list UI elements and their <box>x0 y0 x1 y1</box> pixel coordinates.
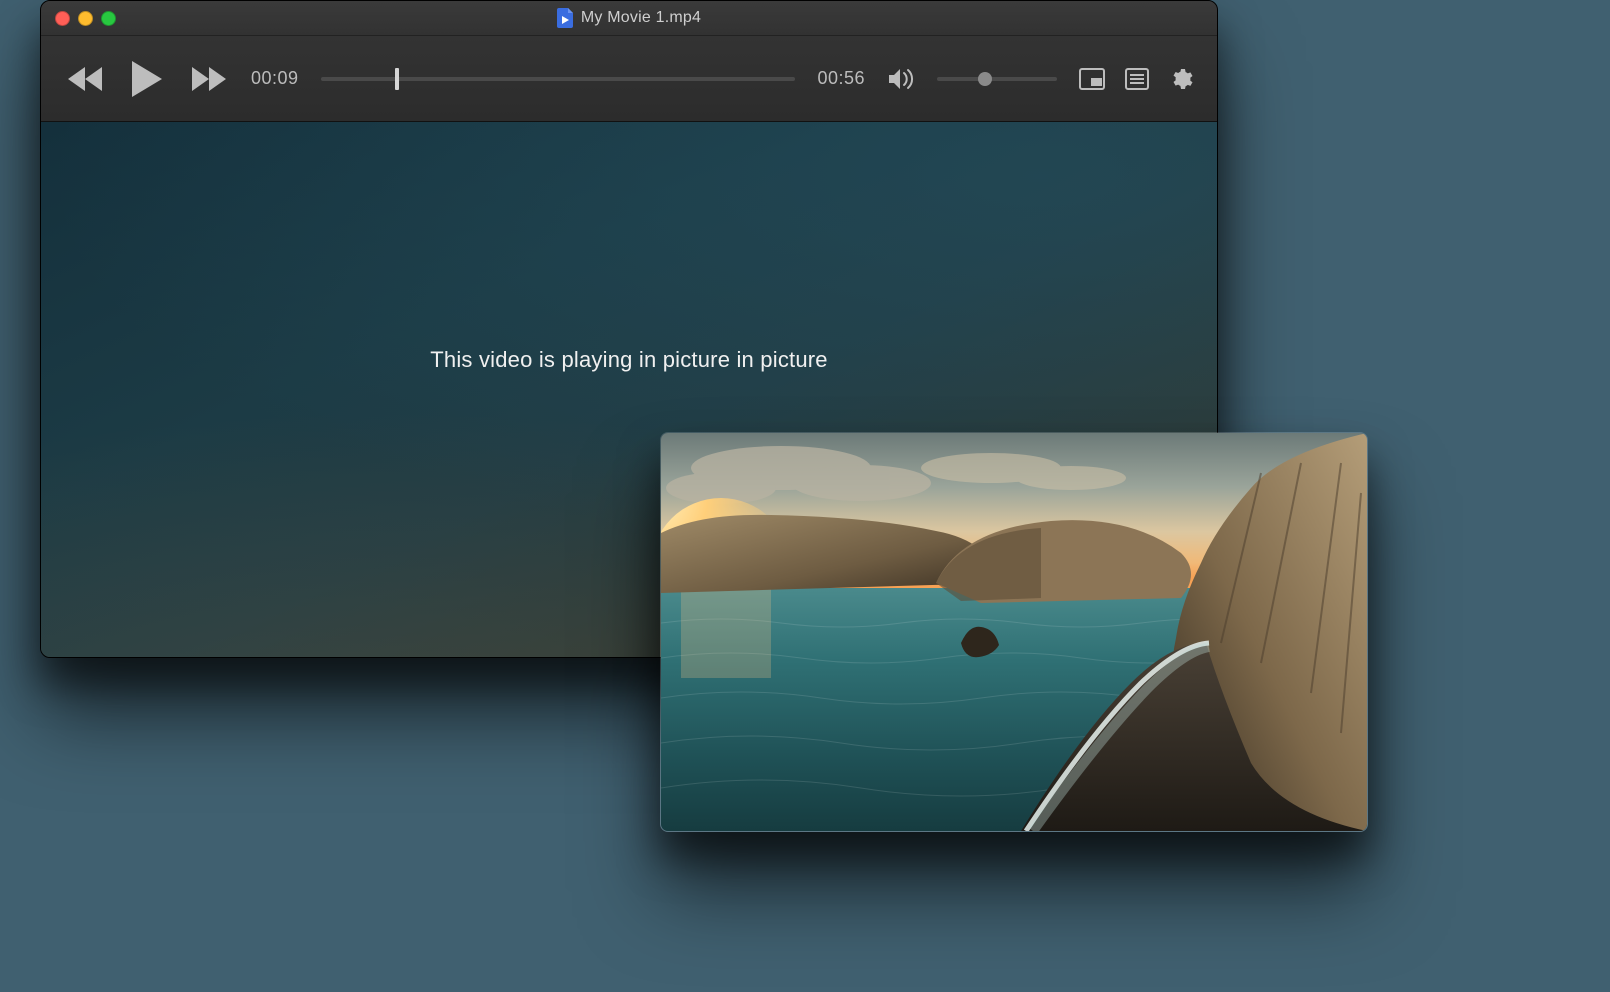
picture-in-picture-icon <box>1079 68 1105 90</box>
volume-slider[interactable] <box>937 67 1057 91</box>
window-close-button[interactable] <box>55 11 70 26</box>
toolbar-right <box>1079 67 1193 91</box>
playlist-button[interactable] <box>1125 68 1149 90</box>
video-file-icon <box>557 8 573 28</box>
volume-thumb[interactable] <box>978 72 992 86</box>
window-titlebar[interactable]: My Movie 1.mp4 <box>41 1 1217 36</box>
settings-button[interactable] <box>1169 67 1193 91</box>
current-time: 00:09 <box>251 68 299 89</box>
picture-in-picture-button[interactable] <box>1079 68 1105 90</box>
window-zoom-button[interactable] <box>101 11 116 26</box>
playlist-icon <box>1125 68 1149 90</box>
duration: 00:56 <box>817 68 865 89</box>
pip-video-frame <box>661 433 1367 831</box>
seek-track <box>321 77 796 81</box>
player-toolbar: 00:09 00:56 <box>41 36 1217 122</box>
rewind-button[interactable] <box>65 64 105 94</box>
rewind-icon <box>65 64 105 94</box>
playback-controls <box>65 59 229 99</box>
window-title-group: My Movie 1.mp4 <box>557 8 701 28</box>
window-title: My Movie 1.mp4 <box>581 9 701 27</box>
volume-icon <box>887 67 915 91</box>
play-button[interactable] <box>129 59 165 99</box>
seek-slider[interactable] <box>321 67 796 91</box>
seek-thumb[interactable] <box>395 68 399 90</box>
fast-forward-button[interactable] <box>189 64 229 94</box>
gear-icon <box>1169 67 1193 91</box>
fast-forward-icon <box>189 64 229 94</box>
volume-track <box>937 77 1057 81</box>
pip-floating-window[interactable] <box>660 432 1368 832</box>
window-minimize-button[interactable] <box>78 11 93 26</box>
window-traffic-lights <box>55 1 116 35</box>
volume-button[interactable] <box>887 67 915 91</box>
play-icon <box>129 59 165 99</box>
